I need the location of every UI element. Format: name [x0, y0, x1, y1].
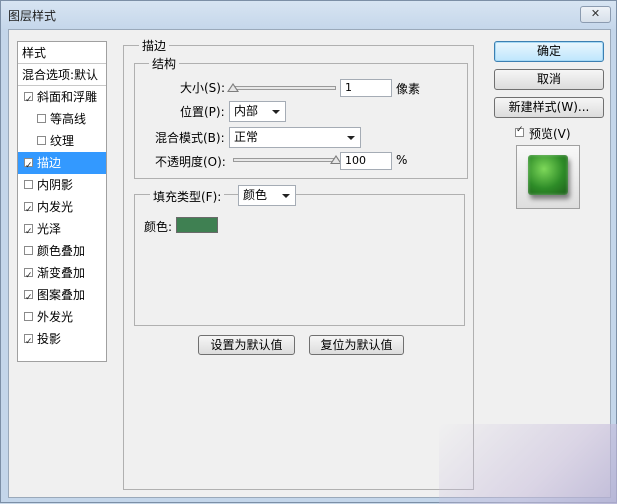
preview-tile — [528, 155, 568, 195]
style-item-0[interactable]: 样式 — [18, 42, 106, 64]
style-item-2[interactable]: 斜面和浮雕 — [18, 86, 106, 108]
checkbox-icon[interactable] — [24, 199, 33, 218]
style-item-13[interactable]: 投影 — [18, 328, 106, 350]
chevron-down-icon — [282, 194, 290, 198]
opacity-unit: % — [396, 153, 408, 167]
checkbox-icon[interactable] — [24, 180, 33, 189]
style-item-11[interactable]: 图案叠加 — [18, 284, 106, 306]
new-style-label: 新建样式(W)... — [508, 100, 590, 114]
chevron-down-icon — [347, 136, 355, 140]
structure-group-title: 结构 — [149, 55, 180, 72]
style-item-3[interactable]: 等高线 — [18, 108, 106, 130]
style-item-label: 纹理 — [50, 134, 75, 148]
style-item-label: 斜面和浮雕 — [37, 90, 98, 104]
checkbox-icon[interactable] — [24, 287, 33, 306]
style-item-1[interactable]: 混合选项:默认 — [18, 64, 106, 86]
style-item-label: 图案叠加 — [37, 288, 86, 302]
opacity-slider[interactable] — [233, 158, 336, 162]
checkbox-icon[interactable] — [24, 221, 33, 240]
chevron-down-icon — [272, 110, 280, 114]
size-input[interactable]: 1 — [340, 79, 392, 97]
preview-check-icon — [515, 125, 524, 137]
close-button[interactable]: ✕ — [580, 6, 611, 23]
style-item-label: 内阴影 — [37, 178, 74, 192]
size-slider-thumb[interactable] — [227, 83, 239, 92]
checkbox-icon[interactable] — [24, 265, 33, 284]
size-unit: 像素 — [396, 82, 421, 96]
dialog-body: 样式混合选项:默认斜面和浮雕等高线纹理描边内阴影内发光光泽颜色叠加渐变叠加图案叠… — [8, 29, 611, 498]
style-item-label: 光泽 — [37, 222, 62, 236]
checkbox-icon[interactable] — [24, 246, 33, 255]
checkbox-icon[interactable] — [24, 89, 33, 108]
blend-mode-select[interactable]: 正常 — [229, 127, 361, 148]
preview-checkbox[interactable]: 预览(V) — [515, 125, 595, 141]
checkbox-icon[interactable] — [24, 331, 33, 350]
reset-default-button[interactable]: 复位为默认值 — [309, 335, 404, 355]
cancel-label: 取消 — [536, 72, 561, 86]
position-select-value: 内部 — [234, 104, 259, 118]
fill-color-label: 颜色: — [144, 220, 173, 234]
opacity-label: 不透明度(O): — [155, 155, 226, 169]
title-bar[interactable]: 图层样式 ✕ — [1, 1, 616, 29]
style-item-8[interactable]: 光泽 — [18, 218, 106, 240]
close-icon: ✕ — [590, 7, 601, 20]
opacity-input-value: 100 — [345, 154, 366, 167]
style-item-label: 样式 — [22, 46, 47, 60]
styles-list: 样式混合选项:默认斜面和浮雕等高线纹理描边内阴影内发光光泽颜色叠加渐变叠加图案叠… — [17, 41, 107, 362]
fill-group — [134, 194, 465, 326]
ok-button[interactable]: 确定 — [494, 41, 604, 62]
fill-color-swatch[interactable] — [176, 217, 218, 233]
checkbox-icon[interactable] — [24, 312, 33, 321]
reset-default-label: 复位为默认值 — [320, 338, 393, 352]
style-item-6[interactable]: 内阴影 — [18, 174, 106, 196]
make-default-button[interactable]: 设置为默认值 — [198, 335, 295, 355]
style-item-label: 混合选项:默认 — [22, 68, 99, 82]
checkbox-icon[interactable] — [37, 114, 46, 123]
style-item-label: 颜色叠加 — [37, 244, 86, 258]
size-slider[interactable] — [233, 86, 336, 90]
layer-style-dialog: 图层样式 ✕ 样式混合选项:默认斜面和浮雕等高线纹理描边内阴影内发光光泽颜色叠加… — [0, 0, 617, 504]
style-item-label: 等高线 — [50, 112, 87, 126]
style-item-4[interactable]: 纹理 — [18, 130, 106, 152]
size-label: 大小(S): — [180, 81, 226, 95]
make-default-label: 设置为默认值 — [210, 338, 283, 352]
style-item-label: 描边 — [37, 156, 62, 170]
style-item-7[interactable]: 内发光 — [18, 196, 106, 218]
cancel-button[interactable]: 取消 — [494, 69, 604, 90]
fill-type-select[interactable]: 颜色 — [238, 185, 296, 206]
preview-thumbnail — [516, 145, 580, 209]
fill-type-label: 填充类型(F): — [150, 188, 225, 205]
style-item-label: 渐变叠加 — [37, 266, 86, 280]
style-item-10[interactable]: 渐变叠加 — [18, 262, 106, 284]
style-item-label: 投影 — [37, 332, 62, 346]
size-input-value: 1 — [345, 81, 352, 94]
style-item-12[interactable]: 外发光 — [18, 306, 106, 328]
ok-label: 确定 — [536, 44, 561, 58]
checkbox-icon[interactable] — [24, 155, 33, 174]
position-label: 位置(P): — [180, 105, 225, 119]
window-title: 图层样式 — [8, 9, 57, 23]
opacity-input[interactable]: 100 — [340, 152, 392, 170]
checkbox-icon[interactable] — [37, 136, 46, 145]
style-item-5[interactable]: 描边 — [18, 152, 106, 174]
blend-mode-label: 混合模式(B): — [155, 131, 225, 145]
style-item-label: 内发光 — [37, 200, 74, 214]
style-item-label: 外发光 — [37, 310, 74, 324]
blend-mode-select-value: 正常 — [234, 130, 259, 144]
preview-label: 预览(V) — [529, 127, 571, 141]
position-select[interactable]: 内部 — [229, 101, 286, 122]
style-item-9[interactable]: 颜色叠加 — [18, 240, 106, 262]
new-style-button[interactable]: 新建样式(W)... — [494, 97, 604, 118]
stroke-group-title: 描边 — [139, 37, 170, 54]
fill-type-select-value: 颜色 — [243, 188, 268, 202]
